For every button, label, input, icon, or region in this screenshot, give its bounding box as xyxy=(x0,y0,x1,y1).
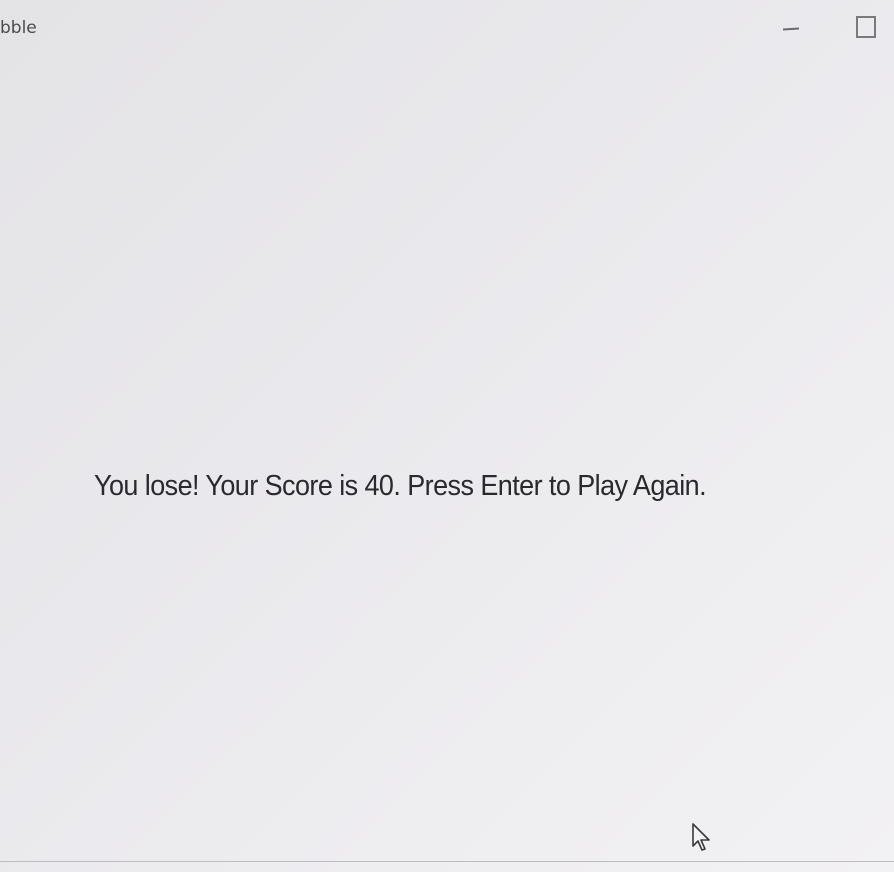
minimize-button[interactable] xyxy=(770,12,810,44)
window-bottom-border xyxy=(0,861,894,862)
window-title: bble xyxy=(0,18,37,38)
game-over-message: You lose! Your Score is 40. Press Enter … xyxy=(94,470,707,502)
minimize-icon xyxy=(782,27,800,31)
game-canvas[interactable]: You lose! Your Score is 40. Press Enter … xyxy=(0,56,894,861)
maximize-icon xyxy=(856,16,876,38)
title-bar[interactable]: bble xyxy=(0,0,894,56)
game-window: bble You lose! Your Score is 40. Press E… xyxy=(0,0,894,872)
maximize-button[interactable] xyxy=(846,10,886,44)
mouse-cursor-icon xyxy=(692,823,710,851)
